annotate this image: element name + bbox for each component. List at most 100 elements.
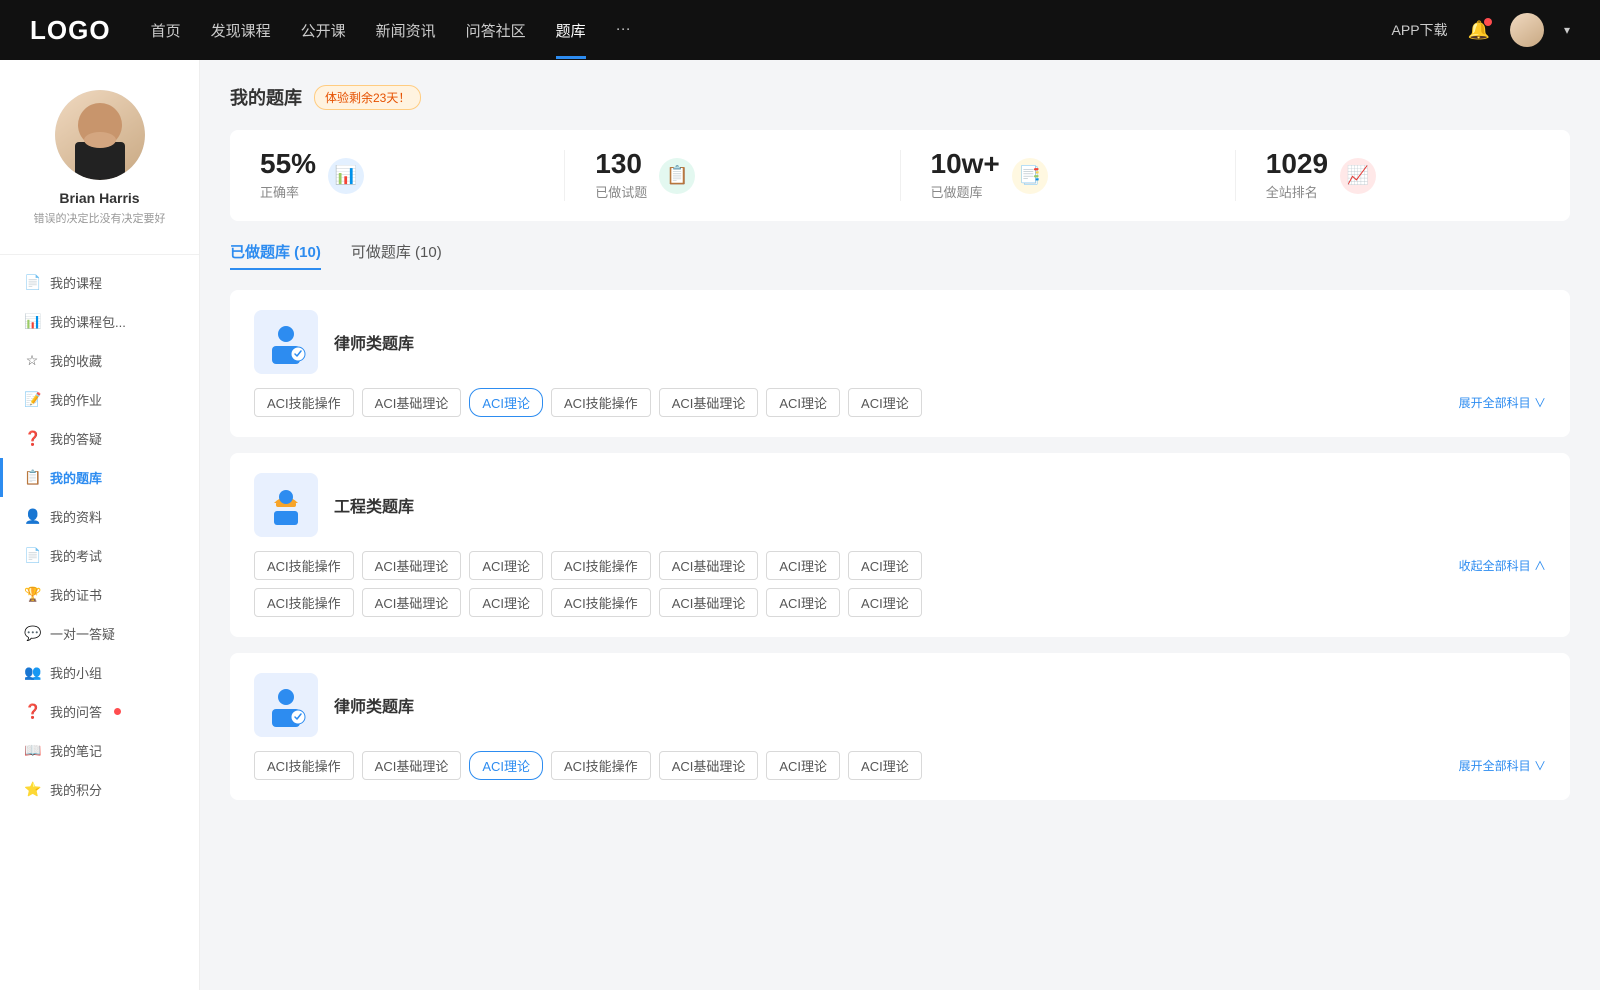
- menu-label: 我的课程: [50, 273, 102, 292]
- bank-tag-2-3[interactable]: ACI技能操作: [551, 751, 651, 780]
- bank-tag-1-1[interactable]: ACI基础理论: [362, 551, 462, 580]
- menu-icon: 📝: [24, 391, 40, 408]
- sidebar-item-我的笔记[interactable]: 📖 我的笔记: [0, 731, 199, 770]
- bank-tag-1-5[interactable]: ACI理论: [766, 551, 840, 580]
- bank-tag2-1-4[interactable]: ACI基础理论: [659, 588, 759, 617]
- user-name: Brian Harris: [59, 190, 139, 206]
- sidebar-item-我的考试[interactable]: 📄 我的考试: [0, 536, 199, 575]
- menu-icon: 📖: [24, 742, 40, 759]
- stat-label: 全站排名: [1266, 182, 1328, 201]
- bank-tag-1-2[interactable]: ACI理论: [469, 551, 543, 580]
- bank-cards-container: 律师类题库 ACI技能操作ACI基础理论ACI理论ACI技能操作ACI基础理论A…: [230, 290, 1570, 800]
- sidebar-item-我的答疑[interactable]: ❓ 我的答疑: [0, 419, 199, 458]
- sidebar-item-我的积分[interactable]: ⭐ 我的积分: [0, 770, 199, 809]
- bank-tag2-1-6[interactable]: ACI理论: [848, 588, 922, 617]
- avatar: [55, 90, 145, 180]
- stat-value: 1029: [1266, 150, 1328, 178]
- bank-tag-0-2[interactable]: ACI理论: [469, 388, 543, 417]
- menu-icon: ❓: [24, 430, 40, 447]
- nav-item-题库[interactable]: 题库: [556, 20, 586, 41]
- bank-tag-0-0[interactable]: ACI技能操作: [254, 388, 354, 417]
- bank-tag-1-3[interactable]: ACI技能操作: [551, 551, 651, 580]
- page-header: 我的题库 体验剩余23天！: [230, 84, 1570, 110]
- bank-expand-button[interactable]: 收起全部科目 ∧: [1459, 557, 1546, 574]
- nav-item-···[interactable]: ···: [616, 20, 631, 41]
- sidebar-divider: [0, 254, 199, 255]
- tab-0[interactable]: 已做题库 (10): [230, 241, 321, 270]
- stat-text: 55% 正确率: [260, 150, 316, 201]
- bank-expand-button[interactable]: 展开全部科目 ∨: [1459, 757, 1546, 774]
- bank-tag-0-4[interactable]: ACI基础理论: [659, 388, 759, 417]
- sidebar-item-我的小组[interactable]: 👥 我的小组: [0, 653, 199, 692]
- menu-label: 我的收藏: [50, 351, 102, 370]
- menu-icon: 💬: [24, 625, 40, 642]
- bank-tag2-1-0[interactable]: ACI技能操作: [254, 588, 354, 617]
- bank-card-header: 律师类题库: [254, 310, 1546, 374]
- menu-icon: 🏆: [24, 586, 40, 603]
- nav-item-公开课[interactable]: 公开课: [301, 20, 346, 41]
- logo[interactable]: LOGO: [30, 15, 111, 46]
- menu-label: 我的课程包...: [50, 312, 126, 331]
- page-title: 我的题库: [230, 84, 302, 110]
- sidebar-item-我的资料[interactable]: 👤 我的资料: [0, 497, 199, 536]
- bank-tag2-1-2[interactable]: ACI理论: [469, 588, 543, 617]
- bank-tag2-1-3[interactable]: ACI技能操作: [551, 588, 651, 617]
- menu-label: 我的题库: [50, 468, 102, 487]
- menu-label: 我的作业: [50, 390, 102, 409]
- menu-icon: 📄: [24, 547, 40, 564]
- navbar: LOGO 首页 发现课程 公开课 新闻资讯 问答社区 题库 ··· APP下载 🔔 ▾: [0, 0, 1600, 60]
- tab-1[interactable]: 可做题库 (10): [351, 241, 442, 270]
- bank-tag2-1-5[interactable]: ACI理论: [766, 588, 840, 617]
- menu-label: 我的证书: [50, 585, 102, 604]
- bank-tags-row2: ACI技能操作ACI基础理论ACI理论ACI技能操作ACI基础理论ACI理论AC…: [254, 588, 1546, 617]
- bank-tag-0-1[interactable]: ACI基础理论: [362, 388, 462, 417]
- bank-tag-2-5[interactable]: ACI理论: [766, 751, 840, 780]
- avatar-dropdown-arrow[interactable]: ▾: [1564, 23, 1570, 37]
- stat-value: 55%: [260, 150, 316, 178]
- stat-label: 已做题库: [931, 182, 1000, 201]
- sidebar-item-我的证书[interactable]: 🏆 我的证书: [0, 575, 199, 614]
- bank-tag-1-6[interactable]: ACI理论: [848, 551, 922, 580]
- bank-tag-2-1[interactable]: ACI基础理论: [362, 751, 462, 780]
- menu-icon: 👥: [24, 664, 40, 681]
- bank-tag-2-0[interactable]: ACI技能操作: [254, 751, 354, 780]
- stat-value: 130: [595, 150, 647, 178]
- stat-text: 130 已做试题: [595, 150, 647, 201]
- nav-menu: 首页 发现课程 公开课 新闻资讯 问答社区 题库 ···: [151, 20, 1392, 41]
- bank-card-header: 工程类题库: [254, 473, 1546, 537]
- stat-text: 10w+ 已做题库: [931, 150, 1000, 201]
- bank-tag-0-3[interactable]: ACI技能操作: [551, 388, 651, 417]
- bank-tag-2-2[interactable]: ACI理论: [469, 751, 543, 780]
- bank-expand-button[interactable]: 展开全部科目 ∨: [1459, 394, 1546, 411]
- sidebar-item-我的问答[interactable]: ❓ 我的问答: [0, 692, 199, 731]
- menu-icon: 👤: [24, 508, 40, 525]
- sidebar-item-一对一答疑[interactable]: 💬 一对一答疑: [0, 614, 199, 653]
- nav-item-问答社区[interactable]: 问答社区: [466, 20, 526, 41]
- bank-tag-2-4[interactable]: ACI基础理论: [659, 751, 759, 780]
- bank-card-0: 律师类题库 ACI技能操作ACI基础理论ACI理论ACI技能操作ACI基础理论A…: [230, 290, 1570, 437]
- bank-tag-0-5[interactable]: ACI理论: [766, 388, 840, 417]
- bank-tag-2-6[interactable]: ACI理论: [848, 751, 922, 780]
- main-content: 我的题库 体验剩余23天！ 55% 正确率 📊 130 已做试题 📋 10w+ …: [200, 60, 1600, 990]
- stat-icon: 📋: [659, 158, 695, 194]
- bank-tag-0-6[interactable]: ACI理论: [848, 388, 922, 417]
- bank-tag-1-4[interactable]: ACI基础理论: [659, 551, 759, 580]
- sidebar-item-我的作业[interactable]: 📝 我的作业: [0, 380, 199, 419]
- notification-bell[interactable]: 🔔: [1468, 20, 1490, 41]
- sidebar-item-我的课程包...[interactable]: 📊 我的课程包...: [0, 302, 199, 341]
- nav-item-发现课程[interactable]: 发现课程: [211, 20, 271, 41]
- menu-icon: 📊: [24, 313, 40, 330]
- stat-icon: 📑: [1012, 158, 1048, 194]
- user-slogan: 错误的决定比没有决定要好: [24, 210, 176, 226]
- sidebar-item-我的收藏[interactable]: ☆ 我的收藏: [0, 341, 199, 380]
- sidebar-item-我的课程[interactable]: 📄 我的课程: [0, 263, 199, 302]
- bank-tag2-1-1[interactable]: ACI基础理论: [362, 588, 462, 617]
- nav-item-首页[interactable]: 首页: [151, 20, 181, 41]
- nav-item-新闻资讯[interactable]: 新闻资讯: [376, 20, 436, 41]
- bank-tag-1-0[interactable]: ACI技能操作: [254, 551, 354, 580]
- avatar[interactable]: [1510, 13, 1544, 47]
- menu-label: 我的笔记: [50, 741, 102, 760]
- stat-item-0: 55% 正确率 📊: [230, 150, 565, 201]
- sidebar-item-我的题库[interactable]: 📋 我的题库: [0, 458, 199, 497]
- app-download-button[interactable]: APP下载: [1392, 20, 1448, 40]
